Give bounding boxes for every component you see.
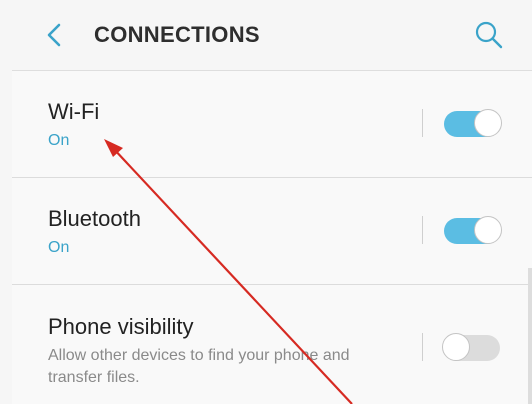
wifi-toggle[interactable] [444,109,502,137]
setting-row-wifi[interactable]: Wi-Fi On [12,71,532,178]
bluetooth-toggle[interactable] [444,216,502,244]
search-icon [475,21,503,49]
setting-row-bluetooth[interactable]: Bluetooth On [12,178,532,285]
back-button[interactable] [42,20,68,50]
wifi-status: On [48,132,70,149]
toggle-knob [474,109,502,137]
bluetooth-title: Bluetooth [48,206,141,231]
scrollbar[interactable] [528,268,532,404]
wifi-title: Wi-Fi [48,99,100,124]
phone-visibility-toggle[interactable] [442,333,500,361]
chevron-left-icon [47,23,61,47]
toggle-knob [474,216,502,244]
phone-visibility-description: Allow other devices to find your phone a… [48,347,350,386]
toggle-knob [442,333,470,361]
row-divider [422,216,423,244]
row-divider [422,109,423,137]
connections-screen: CONNECTIONS Wi-Fi On Bluetooth On Phone … [0,0,532,404]
bluetooth-status: On [48,239,70,256]
page-title: CONNECTIONS [94,22,260,47]
search-button[interactable] [474,20,504,50]
app-header: CONNECTIONS [12,0,532,71]
setting-row-phone-visibility[interactable]: Phone visibility Allow other devices to … [12,285,532,404]
phone-visibility-title: Phone visibility [48,314,194,339]
row-divider [422,333,423,361]
